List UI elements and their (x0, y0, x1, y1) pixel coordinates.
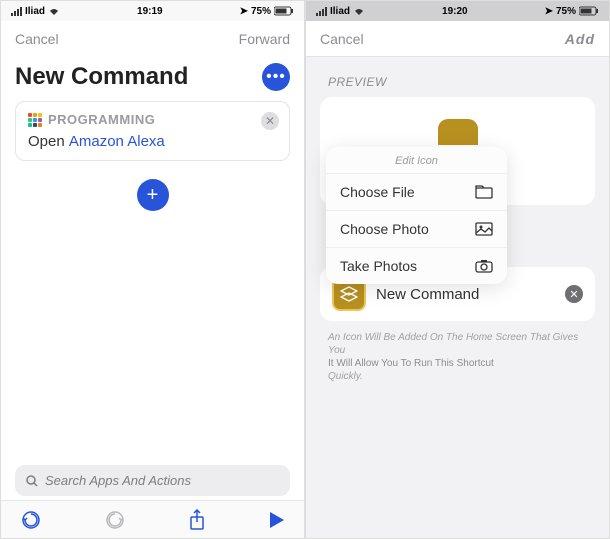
redo-button[interactable] (105, 510, 125, 530)
status-bar: Iliad 19:20 ➤ 75% (306, 1, 609, 21)
wifi-icon (353, 6, 365, 16)
signal-icon (316, 7, 327, 16)
grid-icon (28, 113, 42, 127)
page-title: New Command (15, 63, 188, 91)
battery-percent: 75% (556, 6, 576, 17)
forward-button[interactable]: Forward (239, 31, 290, 47)
location-icon: ➤ (240, 6, 248, 17)
clear-button[interactable]: ✕ (565, 285, 583, 303)
share-button[interactable] (188, 509, 206, 531)
app-icon-preview (438, 119, 478, 145)
wifi-icon (48, 6, 60, 16)
card-action: Open Amazon Alexa (28, 133, 277, 150)
nav-bar: Cancel Add (306, 21, 609, 57)
shortcut-name-input[interactable]: New Command (376, 286, 479, 303)
clock: 19:19 (137, 6, 163, 17)
choose-file-item[interactable]: Choose File (326, 173, 507, 210)
camera-icon (475, 259, 493, 273)
battery-icon (274, 6, 294, 16)
screen-left: Iliad 19:19 ➤ 75% Cancel Forward New Com… (0, 0, 305, 539)
photo-icon (475, 222, 493, 236)
battery-icon (579, 6, 599, 16)
cancel-button[interactable]: Cancel (15, 31, 59, 47)
status-bar: Iliad 19:19 ➤ 75% (1, 1, 304, 21)
carrier-label: Iliad (25, 6, 45, 17)
card-badge: PROGRAMMING (48, 112, 155, 127)
signal-icon (11, 7, 22, 16)
add-button[interactable]: Add (565, 31, 595, 47)
undo-button[interactable] (21, 510, 41, 530)
location-icon: ➤ (545, 6, 553, 17)
screen-right: Iliad 19:20 ➤ 75% Cancel Add PREVIEW New… (305, 0, 610, 539)
close-icon[interactable]: ✕ (261, 112, 279, 130)
folder-icon (475, 185, 493, 199)
battery-percent: 75% (251, 6, 271, 17)
search-input[interactable]: Search Apps And Actions (15, 465, 290, 496)
carrier-label: Iliad (330, 6, 350, 17)
search-icon (25, 474, 39, 488)
cancel-button[interactable]: Cancel (320, 31, 364, 47)
help-text: An Icon Will Be Added On The Home Screen… (328, 331, 587, 383)
popup-title: Edit Icon (326, 147, 507, 173)
nav-bar: Cancel Forward (1, 21, 304, 57)
clock: 19:20 (442, 6, 468, 17)
preview-label: PREVIEW (328, 75, 595, 89)
edit-icon-popup: Edit Icon Choose File Choose Photo Take … (326, 147, 507, 284)
action-card[interactable]: ✕ PROGRAMMING Open Amazon Alexa (15, 101, 290, 161)
toolbar (1, 500, 304, 538)
options-button[interactable]: ••• (262, 63, 290, 91)
add-action-button[interactable]: + (137, 179, 169, 211)
take-photo-item[interactable]: Take Photos (326, 247, 507, 284)
plus-icon: + (147, 184, 159, 207)
play-button[interactable] (270, 512, 284, 528)
choose-photo-item[interactable]: Choose Photo (326, 210, 507, 247)
search-placeholder: Search Apps And Actions (45, 473, 191, 488)
